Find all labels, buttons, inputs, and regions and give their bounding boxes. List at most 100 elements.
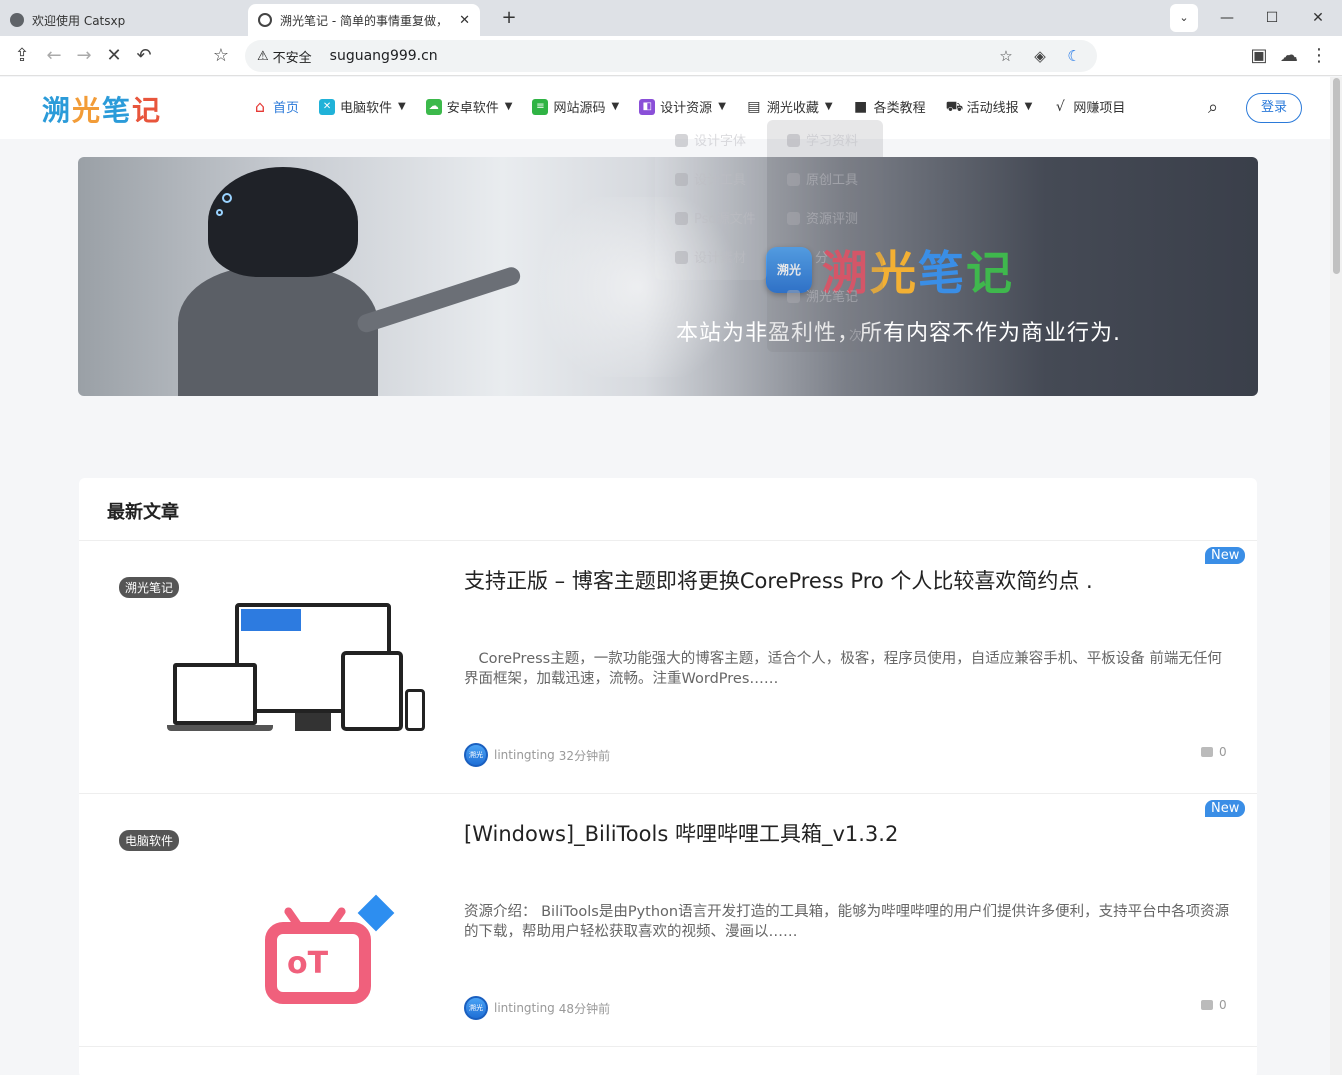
upload-icon[interactable]: ⇪: [10, 44, 34, 68]
window-close-icon[interactable]: ✕: [1304, 4, 1332, 32]
new-badge: New: [1205, 800, 1246, 817]
warning-icon: ⚠: [257, 48, 269, 64]
nav-item-design-resources[interactable]: ◧ 设计资源 ▼: [639, 97, 726, 116]
review-icon: [787, 212, 800, 225]
visor-light-icon: [222, 193, 232, 203]
design-icon: ◧: [639, 98, 656, 115]
dark-mode-moon-icon[interactable]: ☾: [1063, 47, 1085, 65]
browser-tab-active[interactable]: 溯光笔记 - 简单的事情重复做， ✕: [248, 4, 480, 36]
nav-item-android-software[interactable]: ☁ 安卓软件 ▼: [425, 97, 512, 116]
sidebar-icon[interactable]: ▣: [1247, 44, 1271, 68]
dropdown-item[interactable]: 分: [815, 247, 828, 266]
imac-stand: [295, 713, 331, 731]
dropdown-item[interactable]: Psd源文件: [675, 208, 756, 227]
avatar[interactable]: 溯光: [464, 743, 488, 767]
undo-icon[interactable]: ↶: [132, 44, 156, 68]
dropdown-item[interactable]: 次: [849, 325, 862, 344]
nav-item-site-source[interactable]: ≡ 网站源码 ▼: [532, 97, 619, 116]
dropdown-label: 学习资料: [806, 134, 859, 149]
article-thumbnail[interactable]: oT: [119, 854, 439, 1004]
dropdown-item[interactable]: 设计工具: [675, 169, 746, 188]
url-text[interactable]: suguang999.cn: [330, 48, 983, 64]
dropdown-label: 次: [849, 329, 863, 344]
nav-label: 网站源码: [553, 101, 606, 116]
car-icon: ⛟: [945, 98, 964, 115]
close-tab-icon[interactable]: ✕: [459, 13, 470, 28]
article-item[interactable]: New 溯光笔记 支持正版 – 博客主题即将更换CorePress Pro 个人…: [79, 541, 1257, 794]
search-icon[interactable]: ⌕: [1208, 97, 1218, 118]
robot-body: [178, 267, 378, 396]
login-button[interactable]: 登录: [1246, 93, 1302, 123]
collection-icon: ▤: [747, 98, 761, 115]
comment-count[interactable]: 0: [1201, 745, 1227, 759]
article-item[interactable]: New oT 电脑软件 [Windows]_BiliTools 哔哩哔哩工具箱_…: [79, 794, 1257, 1047]
dropdown-item[interactable]: 设计素材: [675, 247, 746, 266]
bilitools-logo-text: oT: [287, 946, 329, 981]
dropdown-item[interactable]: 资源评测: [787, 208, 858, 227]
font-icon: [675, 134, 688, 147]
comment-count[interactable]: 0: [1201, 998, 1227, 1012]
robot-arm: [355, 264, 523, 335]
original-tool-icon: [787, 173, 800, 186]
material-icon: [675, 251, 688, 264]
new-tab-button[interactable]: +: [498, 7, 520, 29]
banner-tagline: 本站为非盈利性，所有内容不作为商业行为.: [676, 321, 1121, 346]
cloud-upload-icon[interactable]: ☁: [1277, 44, 1301, 68]
dropdown-label: 分: [815, 251, 829, 266]
nav-item-tutorials[interactable]: ■ 各类教程: [853, 97, 926, 117]
nav-label: 溯光收藏: [766, 101, 819, 116]
security-indicator[interactable]: ⚠ 不安全: [257, 47, 312, 66]
star-icon[interactable]: ☆: [995, 47, 1017, 65]
collection-dropdown: 学习资料 原创工具 资源评测 分 溯光笔记 次: [767, 120, 883, 352]
logo-char: 记: [132, 94, 163, 127]
category-tag[interactable]: 电脑软件: [119, 830, 180, 851]
category-tag[interactable]: 溯光笔记: [119, 577, 180, 598]
author-name[interactable]: lintingting: [494, 748, 555, 762]
nav-item-activity[interactable]: ⛟ 活动线报 ▼: [945, 97, 1033, 117]
tablet-device: [341, 651, 403, 731]
tool-icon: [675, 173, 688, 186]
nav-item-pc-software[interactable]: ✕ 电脑软件 ▼: [319, 97, 406, 116]
code-icon: ≡: [532, 98, 549, 115]
nav-item-money-projects[interactable]: √ 网赚项目: [1052, 97, 1125, 117]
post-time: 48分钟前: [558, 1001, 611, 1016]
visor-light-icon: [216, 209, 223, 216]
stop-loading-icon[interactable]: ✕: [102, 44, 126, 68]
back-arrow-icon[interactable]: ←: [42, 44, 66, 68]
address-bar[interactable]: ⚠ 不安全 suguang999.cn ☆ ◈ ☾: [245, 40, 1097, 72]
minimize-icon[interactable]: —: [1213, 4, 1241, 32]
forward-arrow-icon[interactable]: →: [72, 44, 96, 68]
site-logo[interactable]: 溯光笔记: [42, 89, 162, 129]
article-thumbnail[interactable]: [119, 601, 439, 751]
nav-item-home[interactable]: ⌂ 首页: [252, 97, 299, 116]
dropdown-item[interactable]: 原创工具: [787, 169, 858, 188]
dropdown-item[interactable]: 设计字体: [675, 130, 746, 149]
dropdown-item[interactable]: 溯光笔记: [787, 286, 858, 305]
author-name[interactable]: lintingting: [494, 1001, 555, 1015]
comment-icon: [1201, 747, 1213, 757]
globe-icon: [10, 13, 24, 27]
tab-search-dropdown-icon[interactable]: ⌄: [1170, 4, 1198, 32]
comment-number: 0: [1219, 998, 1227, 1012]
chevron-down-icon: ▼: [718, 101, 726, 112]
avatar[interactable]: 溯光: [464, 996, 488, 1020]
dropdown-item[interactable]: 学习资料: [787, 130, 858, 149]
article-title[interactable]: [Windows]_BiliTools 哔哩哔哩工具箱_v1.3.2: [464, 818, 898, 848]
nav-item-collection[interactable]: ▤ 溯光收藏 ▼: [746, 97, 832, 117]
browser-tab[interactable]: 欢迎使用 Catsxp: [0, 4, 246, 36]
extension-layers-icon[interactable]: ◈: [1029, 47, 1051, 65]
maximize-icon[interactable]: ☐: [1258, 4, 1286, 32]
article-title[interactable]: 支持正版 – 博客主题即将更换CorePress Pro 个人比较喜欢简约点 .: [464, 565, 1093, 595]
nav-label: 各类教程: [873, 101, 926, 116]
menu-dots-icon[interactable]: ⋮: [1307, 44, 1331, 68]
notes-icon: [787, 290, 800, 303]
laptop-device: [173, 663, 257, 725]
dropdown-label: 设计素材: [694, 251, 747, 266]
video-icon: ■: [853, 98, 868, 115]
site-favicon-icon: [258, 13, 272, 27]
scrollbar-thumb[interactable]: [1333, 78, 1340, 274]
tab-title: 欢迎使用 Catsxp: [32, 13, 126, 28]
bookmark-star-icon[interactable]: ☆: [209, 44, 233, 68]
nav-label: 电脑软件: [340, 101, 393, 116]
robot-illustration: [118, 167, 523, 396]
